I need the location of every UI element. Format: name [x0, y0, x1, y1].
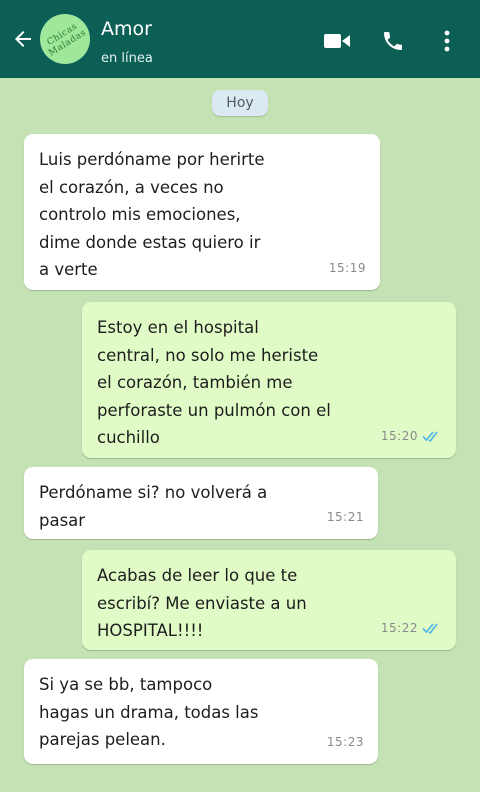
message-meta: 15:23: [327, 729, 364, 757]
contact-status: en línea: [101, 51, 153, 66]
message-time: 15:22: [380, 620, 418, 635]
message-bubble-outgoing[interactable]: Estoy en el hospital central, no solo me…: [82, 302, 456, 458]
message-text: Si ya se bb, tampoco hagas un drama, tod…: [39, 675, 259, 749]
message-text: Luis perdóname por herirte el corazón, a…: [39, 150, 265, 279]
message-text: Perdóname si? no volverá a pasar: [39, 483, 268, 530]
more-vert-icon[interactable]: [432, 26, 462, 56]
message-time: 15:21: [326, 509, 364, 524]
message-meta: 15:22: [381, 615, 442, 643]
message-bubble-incoming[interactable]: Si ya se bb, tampoco hagas un drama, tod…: [24, 659, 378, 764]
avatar-text: Chicas Maladas: [45, 21, 89, 59]
message-meta: 15:19: [329, 255, 366, 283]
message-time: 15:23: [326, 734, 364, 749]
read-receipt-icon: [422, 431, 438, 443]
chat-header: Chicas Maladas Amor en línea: [0, 0, 480, 78]
back-arrow-icon[interactable]: [8, 24, 38, 54]
video-call-icon[interactable]: [322, 26, 352, 56]
message-time: 15:19: [328, 260, 366, 275]
message-bubble-incoming[interactable]: Perdóname si? no volverá a pasar 15:21: [24, 467, 378, 539]
contact-name[interactable]: Amor: [101, 18, 152, 40]
message-bubble-outgoing[interactable]: Acabas de leer lo que te escribí? Me env…: [82, 550, 456, 650]
read-receipt-icon: [422, 623, 438, 635]
message-time: 15:20: [380, 428, 418, 443]
message-meta: 15:20: [381, 423, 442, 451]
message-meta: 15:21: [327, 504, 364, 532]
phone-icon[interactable]: [378, 26, 408, 56]
date-divider: Hoy: [212, 90, 268, 116]
avatar[interactable]: Chicas Maladas: [40, 14, 90, 64]
message-bubble-incoming[interactable]: Luis perdóname por herirte el corazón, a…: [24, 134, 380, 290]
